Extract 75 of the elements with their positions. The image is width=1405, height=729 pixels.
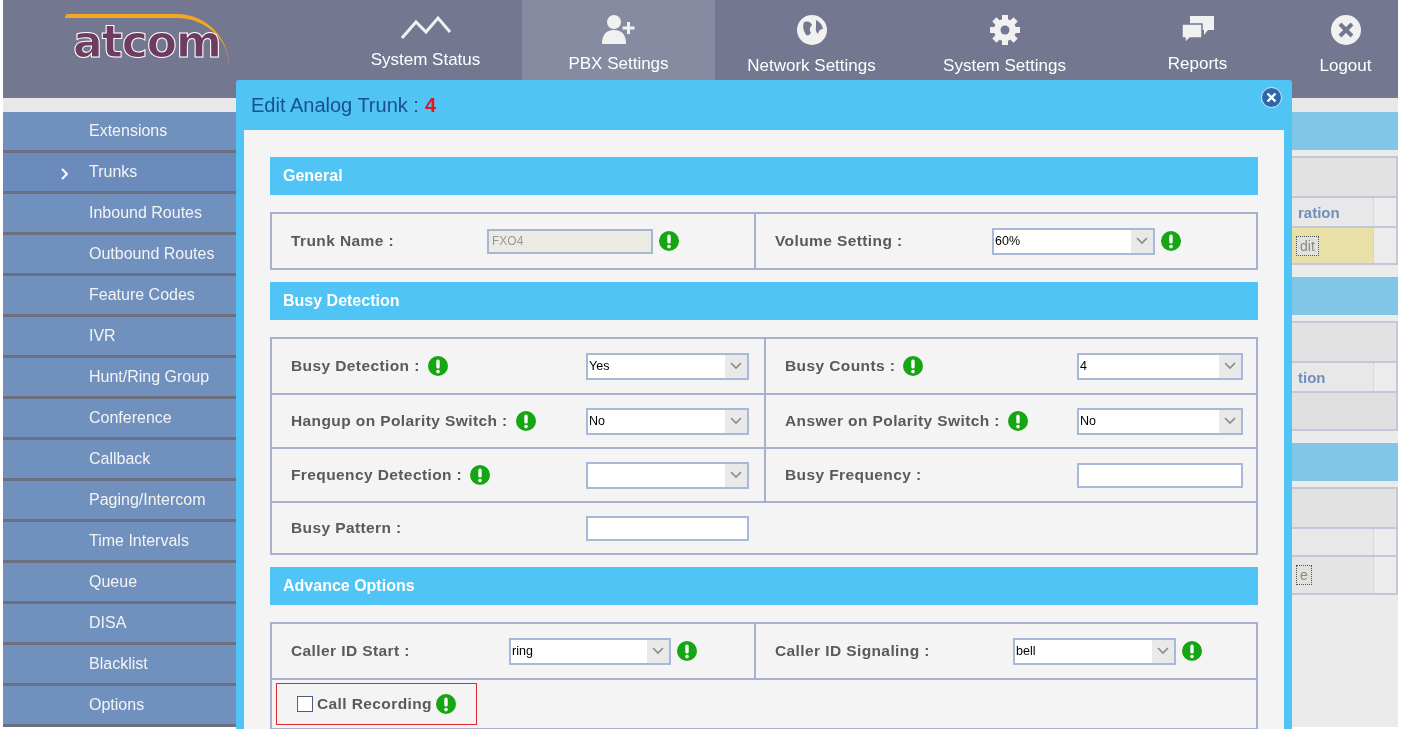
field-label: Busy Pattern : [291,519,402,537]
field-label: Busy Detection : [291,357,420,375]
help-icon[interactable] [1182,641,1202,661]
chevron-icon [61,168,69,180]
column-header: tion [1298,368,1326,386]
dropdown[interactable]: 4 [1077,352,1243,380]
field-label: Caller ID Signaling : [775,642,930,660]
help-icon[interactable] [427,356,448,376]
close-icon[interactable] [1261,87,1282,108]
sidebar-item[interactable]: Options [3,686,236,727]
help-icon[interactable] [1161,231,1181,251]
section-header: Busy Detection [270,282,1258,320]
help-icon[interactable] [677,641,697,661]
dropdown[interactable]: No [586,407,749,435]
sidebar-item[interactable]: Extensions [3,112,236,153]
sidebar-item[interactable]: Inbound Routes [3,194,236,235]
sidebar-item[interactable]: Paging/Intercom [3,481,236,522]
chevron-down-icon [652,647,664,655]
field-label: Frequency Detection : [291,466,463,484]
line-chart-icon [399,14,452,40]
help-icon[interactable] [1007,411,1028,431]
dropdown[interactable]: 60% [992,227,1155,255]
field-label: Volume Setting : [775,232,903,250]
sidebar-item[interactable]: Outbound Routes [3,235,236,276]
section-header: Advance Options [270,567,1258,605]
nav-tab[interactable]: Network Settings [715,0,908,98]
sidebar-item[interactable]: Feature Codes [3,276,236,317]
help-icon[interactable] [470,465,491,485]
help-icon[interactable] [903,356,924,376]
chevron-down-icon [730,362,742,370]
nav-tab[interactable]: Logout [1294,0,1397,98]
help-icon[interactable] [436,694,456,714]
field-label: Answer on Polarity Switch : [785,412,1000,430]
chevron-down-icon [730,471,742,479]
dropdown[interactable] [586,461,749,489]
dropdown[interactable]: ring [509,637,671,665]
text-field[interactable] [1077,462,1243,488]
edit-button[interactable]: dit [1296,235,1319,256]
logo: atcom [65,14,229,66]
help-icon[interactable] [515,411,536,431]
settings-icon [988,14,1021,46]
panel-button[interactable]: e [1296,565,1312,585]
field-label: Busy Counts : [785,357,896,375]
sidebar-item[interactable]: Queue [3,563,236,604]
chat-bubbles-icon [1179,14,1216,44]
sidebar-item[interactable]: Trunks [3,153,236,194]
chevron-down-icon [730,417,742,425]
close-icon [1329,14,1362,46]
add-user-icon [601,14,636,44]
field-label: Busy Frequency : [785,466,922,484]
field-label: Hangup on Polarity Switch : [291,412,508,430]
section-header: General [270,157,1258,195]
field-label: Call Recording [317,695,432,713]
field-label: Caller ID Start : [291,642,410,660]
sidebar-item[interactable]: IVR [3,317,236,358]
nav-tab[interactable]: Reports [1101,0,1294,98]
sidebar-item[interactable]: Callback [3,440,236,481]
nav-tab[interactable]: System Settings [908,0,1101,98]
dropdown[interactable]: No [1077,407,1243,435]
chevron-down-icon [1157,647,1169,655]
sidebar-item[interactable]: Time Intervals [3,522,236,563]
checkbox[interactable] [297,696,313,712]
globe-icon [795,14,828,46]
chevron-down-icon [1136,237,1148,245]
text-field[interactable] [586,515,749,541]
dropdown[interactable]: bell [1013,637,1176,665]
column-header: ration [1298,203,1340,221]
dropdown[interactable]: Yes [586,352,749,380]
field-label: Trunk Name : [291,232,394,250]
chevron-down-icon [1224,362,1236,370]
sidebar-item[interactable]: DISA [3,604,236,645]
chevron-down-icon [1224,417,1236,425]
sidebar-item[interactable]: Hunt/Ring Group [3,358,236,399]
sidebar-item[interactable]: Conference [3,399,236,440]
sidebar-item[interactable]: Blacklist [3,645,236,686]
